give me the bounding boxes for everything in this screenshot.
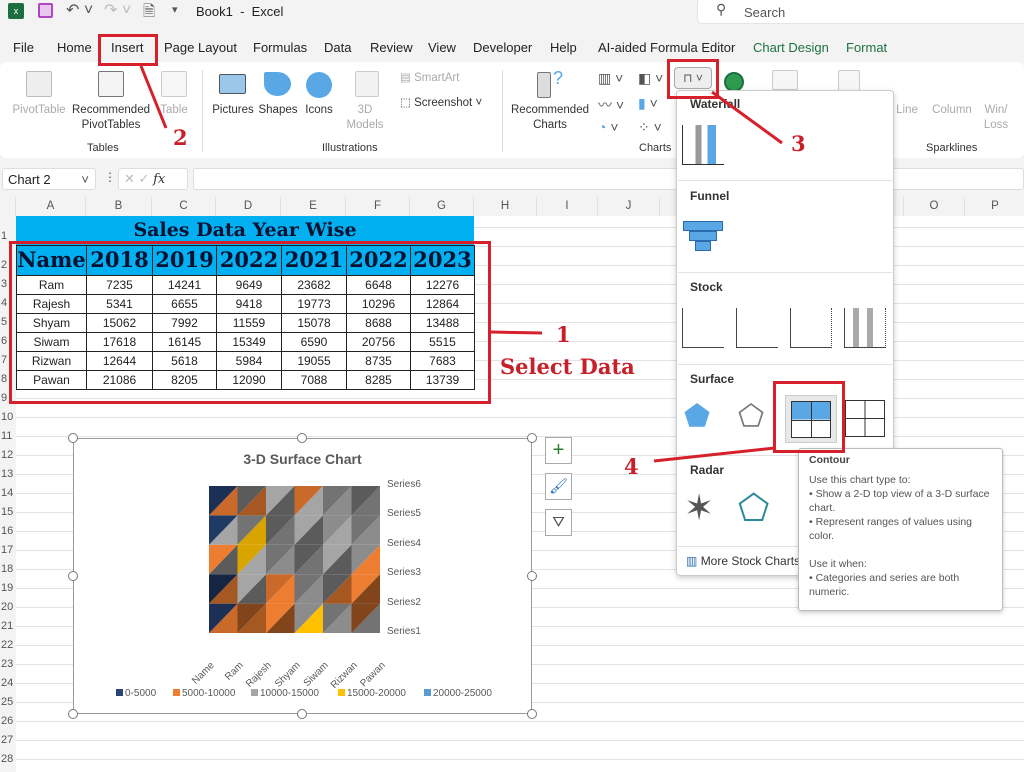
annotation-step-3: 3	[791, 131, 806, 156]
annotation-step-1: 1	[556, 322, 571, 347]
annotation-step-4: 4	[624, 454, 639, 479]
annotation-select-data: Select Data	[500, 354, 635, 379]
annotation-lines	[139, 65, 783, 463]
annotation-step-2: 2	[173, 125, 188, 150]
